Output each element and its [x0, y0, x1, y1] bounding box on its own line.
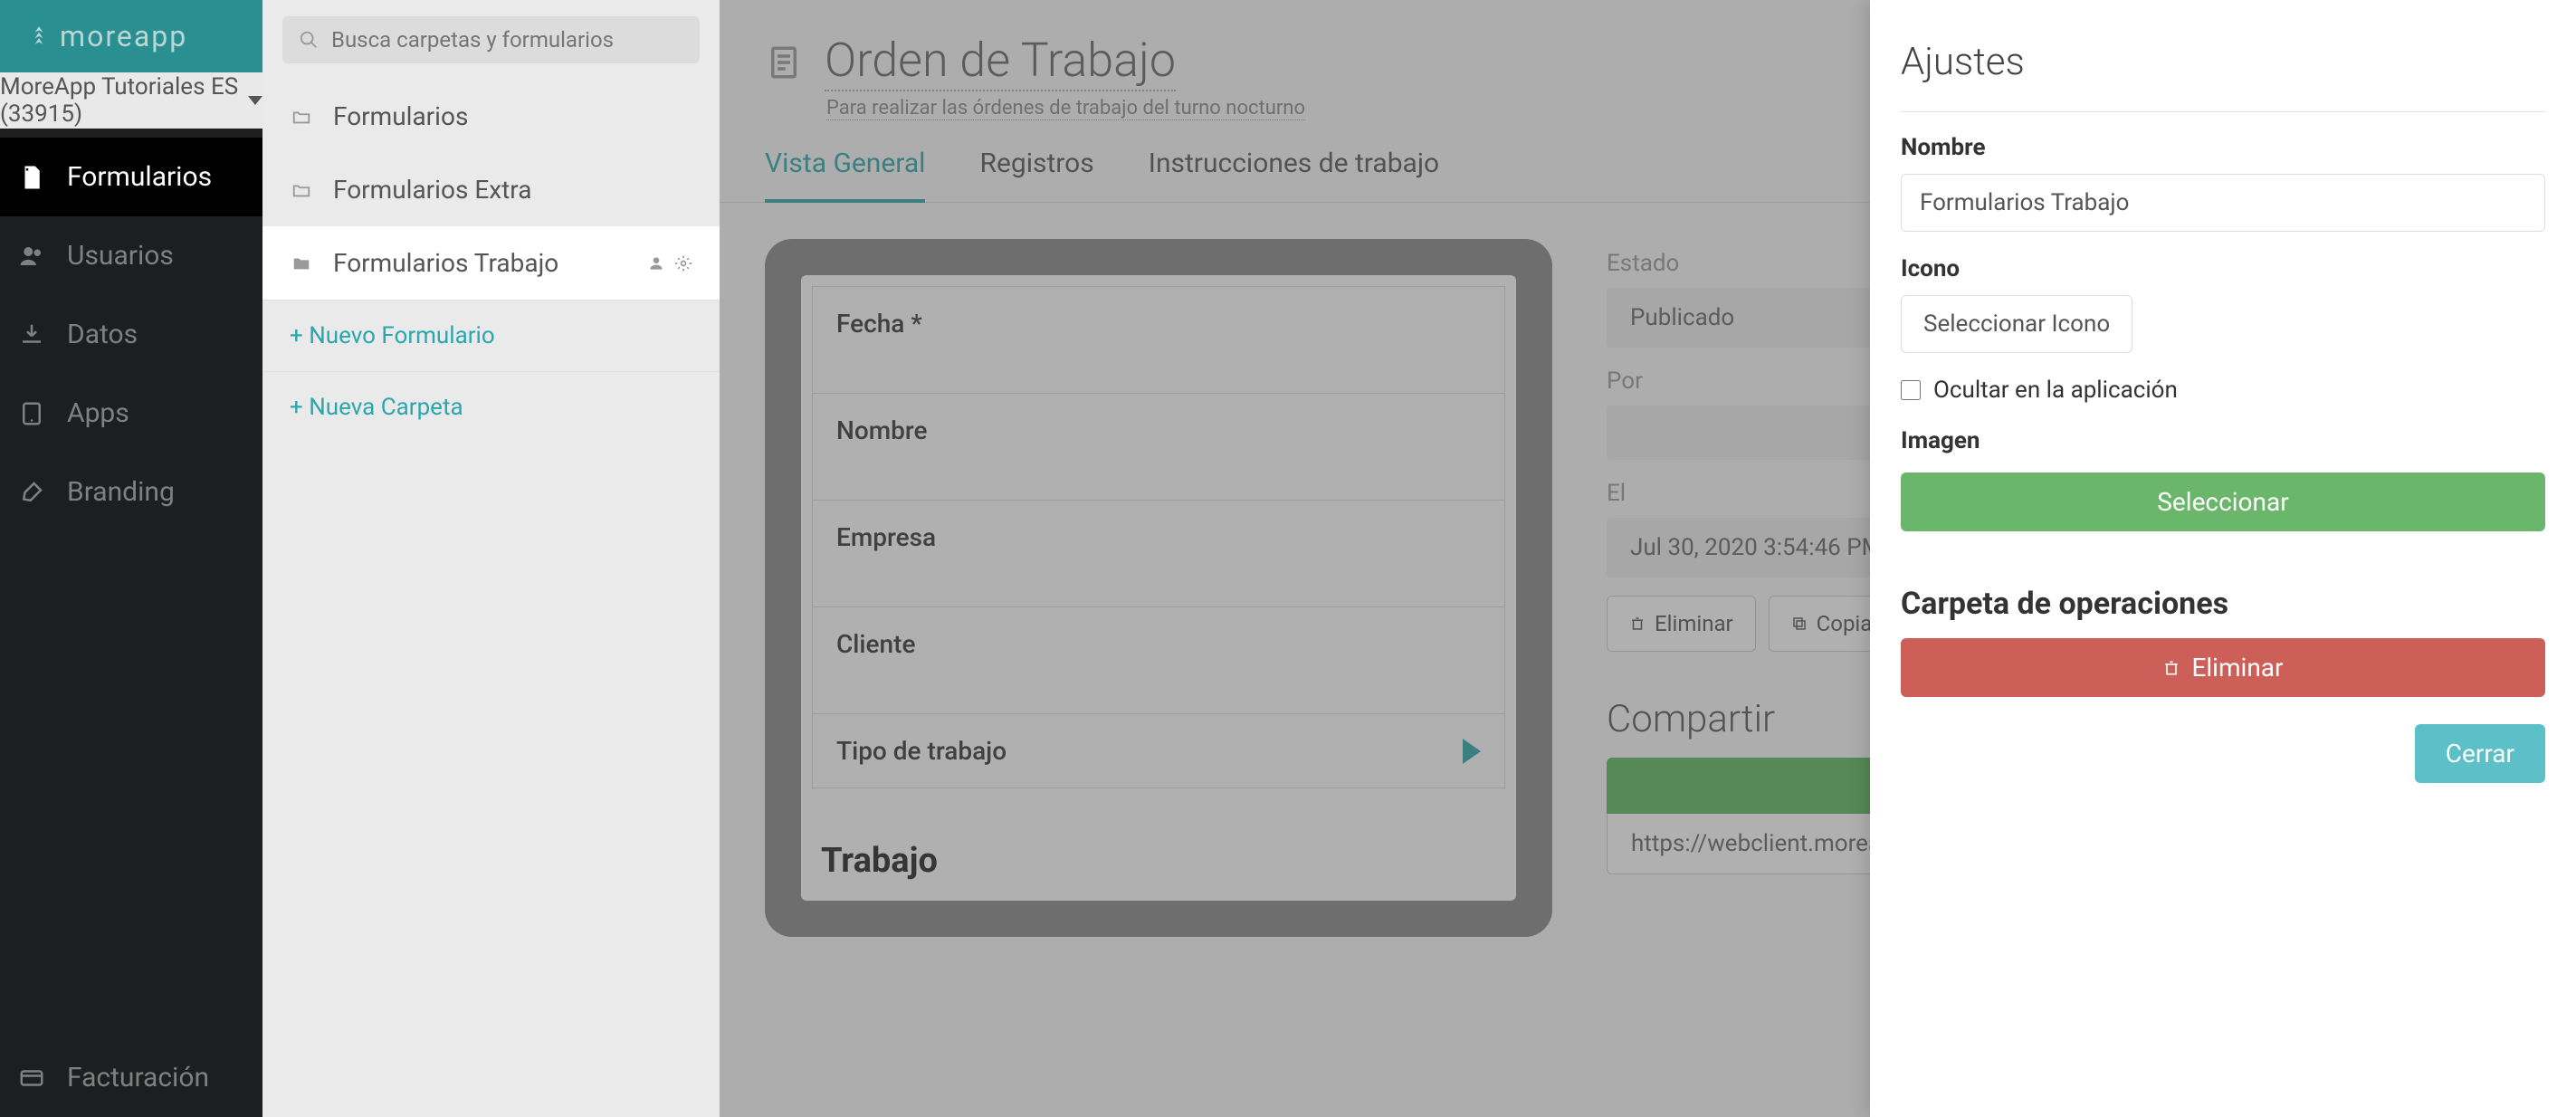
- nav-label: Apps: [67, 397, 129, 429]
- org-name: MoreApp Tutoriales ES (33915): [0, 73, 241, 128]
- folder-icon: [290, 253, 313, 273]
- folder-label: Formularios Trabajo: [333, 248, 558, 278]
- org-selector[interactable]: MoreApp Tutoriales ES (33915): [0, 72, 262, 129]
- folder-row[interactable]: Formularios Extra: [262, 153, 720, 226]
- forms-icon: [18, 164, 45, 191]
- nav-label: Branding: [67, 476, 175, 508]
- delete-folder-button[interactable]: Eliminar: [1901, 638, 2545, 697]
- nav-label: Datos: [67, 319, 138, 350]
- nav-item-usuarios[interactable]: Usuarios: [0, 216, 262, 295]
- search-icon: [299, 30, 319, 50]
- caret-down-icon: [248, 96, 262, 105]
- credit-card-icon: [18, 1064, 45, 1092]
- nav-item-branding[interactable]: Branding: [0, 453, 262, 531]
- user-icon[interactable]: [647, 254, 665, 272]
- nav-list: Formularios Usuarios Datos Apps Branding: [0, 129, 262, 1117]
- folder-row-selected[interactable]: Formularios Trabajo: [262, 226, 720, 300]
- users-icon: [18, 243, 45, 270]
- form-field: Empresa: [812, 501, 1505, 607]
- settings-name-input[interactable]: [1901, 174, 2545, 232]
- operations-heading: Carpeta de operaciones: [1901, 586, 2545, 622]
- add-folder-link[interactable]: + Nueva Carpeta: [262, 371, 720, 443]
- select-icon-button[interactable]: Seleccionar Icono: [1901, 295, 2132, 353]
- nav-item-apps[interactable]: Apps: [0, 374, 262, 453]
- settings-panel: Ajustes Nombre Icono Seleccionar Icono O…: [1870, 0, 2576, 1117]
- page-title[interactable]: Orden de Trabajo: [825, 33, 1176, 91]
- select-image-button[interactable]: Seleccionar: [1901, 473, 2545, 531]
- brand-text: moreapp: [60, 19, 187, 53]
- field-label: Fecha *: [836, 309, 1481, 339]
- gear-icon[interactable]: [674, 254, 692, 272]
- search-input[interactable]: [331, 27, 683, 53]
- field-label: Nombre: [836, 415, 1481, 445]
- sidebar-nav: moreapp MoreApp Tutoriales ES (33915) Fo…: [0, 0, 262, 1117]
- hide-checkbox[interactable]: [1901, 380, 1921, 400]
- settings-image-label: Imagen: [1901, 427, 2545, 454]
- folder-label: Formularios: [333, 101, 468, 131]
- folders-column: Formularios Formularios Extra Formulario…: [262, 0, 720, 1117]
- field-label: Empresa: [836, 522, 1481, 552]
- folder-label: Formularios Extra: [333, 175, 531, 205]
- nav-label: Facturación: [67, 1062, 209, 1093]
- trash-icon: [1629, 616, 1646, 632]
- tab-instrucciones[interactable]: Instrucciones de trabajo: [1149, 148, 1439, 202]
- nav-item-datos[interactable]: Datos: [0, 295, 262, 374]
- tablet-icon: [18, 400, 45, 427]
- tab-vista-general[interactable]: Vista General: [765, 148, 925, 203]
- add-form-link[interactable]: + Nuevo Formulario: [262, 300, 720, 371]
- document-icon: [765, 43, 803, 81]
- brand-icon: [27, 24, 51, 48]
- brush-icon: [18, 479, 45, 506]
- tab-registros[interactable]: Registros: [979, 148, 1093, 202]
- brand-bar: moreapp: [0, 0, 262, 72]
- field-label: Tipo de trabajo: [836, 736, 1007, 766]
- search-field: [282, 16, 700, 63]
- settings-name-label: Nombre: [1901, 134, 2545, 161]
- folder-row[interactable]: Formularios: [262, 80, 720, 153]
- folder-open-icon: [290, 107, 313, 127]
- settings-title: Ajustes: [1901, 40, 2545, 112]
- nav-item-formularios[interactable]: Formularios: [0, 138, 262, 216]
- form-section-heading: Trabajo: [812, 821, 1505, 890]
- form-select-field: Tipo de trabajo: [812, 714, 1505, 788]
- page-subtitle[interactable]: Para realizar las órdenes de trabajo del…: [826, 97, 1305, 120]
- download-icon: [18, 321, 45, 348]
- hide-checkbox-row[interactable]: Ocultar en la aplicación: [1901, 377, 2545, 404]
- nav-label: Formularios: [67, 161, 212, 193]
- form-field: Cliente: [812, 607, 1505, 714]
- chevron-right-icon: [1463, 739, 1481, 764]
- field-label: Cliente: [836, 629, 1481, 659]
- form-field: Fecha *: [812, 286, 1505, 394]
- form-field: Nombre: [812, 394, 1505, 501]
- folder-open-icon: [290, 180, 313, 200]
- close-button[interactable]: Cerrar: [2415, 724, 2545, 783]
- trash-icon: [2162, 659, 2180, 677]
- nav-label: Usuarios: [67, 240, 174, 272]
- hide-checkbox-label: Ocultar en la aplicación: [1933, 377, 2178, 404]
- delete-button[interactable]: Eliminar: [1607, 596, 1756, 652]
- form-preview: Fecha * Nombre Empresa Cliente Tipo de t…: [765, 239, 1552, 937]
- settings-icon-label: Icono: [1901, 255, 2545, 282]
- copy-icon: [1791, 616, 1808, 632]
- nav-item-facturacion[interactable]: Facturación: [0, 1038, 262, 1117]
